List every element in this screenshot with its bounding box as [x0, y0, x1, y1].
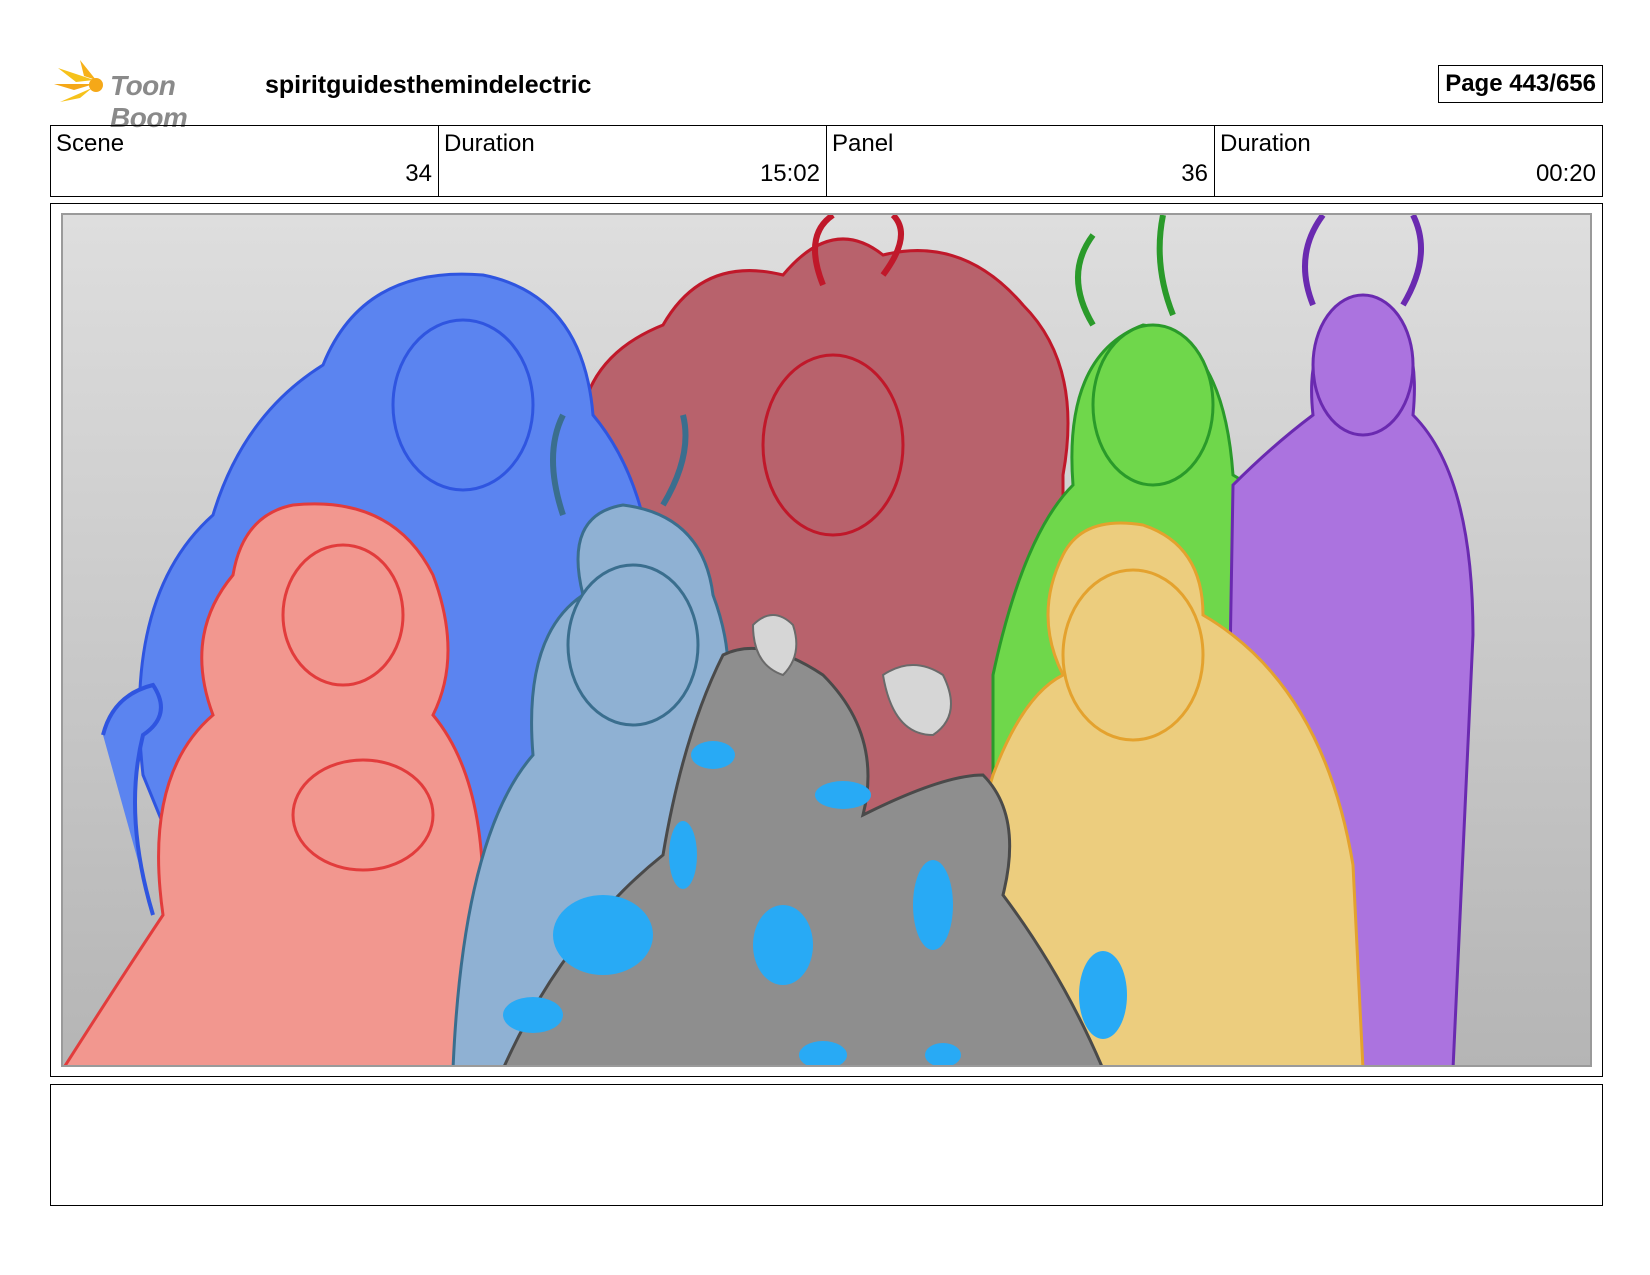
panel-duration-label: Duration — [1220, 130, 1311, 157]
panel-artwork — [61, 213, 1592, 1067]
panel-notes-box — [50, 1084, 1603, 1206]
scene-duration-value: 15:02 — [759, 160, 820, 187]
scene-info-table: Scene 34 Duration 15:02 Panel 36 Duratio… — [50, 125, 1603, 197]
page-header: Toon Boom spiritguidesthemindelectric Pa… — [50, 56, 1603, 133]
scene-value: 34 — [405, 160, 432, 187]
scene-cell: Scene 34 — [51, 126, 439, 196]
panel-value: 36 — [1181, 160, 1208, 187]
project-title: spiritguidesthemindelectric — [265, 71, 592, 99]
panel-duration-value: 00:20 — [1535, 160, 1596, 187]
page-number: Page 443/656 — [1438, 65, 1603, 103]
scene-duration-cell: Duration 15:02 — [439, 126, 827, 196]
scene-duration-label: Duration — [444, 130, 535, 157]
panel-label: Panel — [832, 130, 894, 157]
scene-label: Scene — [56, 130, 125, 157]
panel-cell: Panel 36 — [827, 126, 1215, 196]
sunburst-icon — [54, 60, 103, 102]
character-lineup-illustration — [63, 215, 1475, 1065]
toon-boom-logo: Toon Boom — [54, 58, 254, 133]
storyboard-panel — [50, 203, 1603, 1077]
panel-duration-cell: Duration 00:20 — [1215, 126, 1602, 196]
